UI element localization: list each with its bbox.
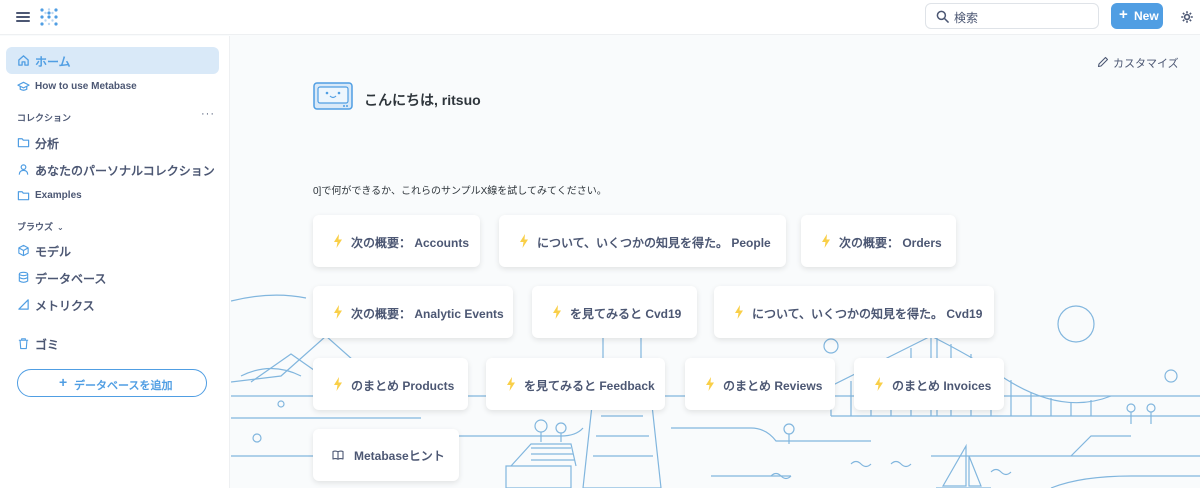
sidebar-item-models[interactable]: モデル: [6, 237, 219, 264]
browse-header-label: ブラウズ: [17, 222, 54, 232]
bolt-icon: [334, 305, 342, 319]
bolt-icon: [875, 377, 883, 391]
metabase-logo[interactable]: [38, 6, 60, 28]
database-icon: [18, 271, 29, 283]
sidebar-item-examples[interactable]: Examples: [6, 182, 219, 209]
xray-card[interactable]: について、いくつかの知見を得た。 People: [499, 215, 786, 267]
search-icon: [936, 10, 949, 23]
bolt-icon: [507, 377, 515, 391]
xray-card-label: 次の概要： Analytic Events: [351, 307, 504, 321]
bolt-icon: [706, 377, 714, 391]
plus-icon: +: [59, 374, 68, 390]
sidebar-item-label: メトリクス: [35, 299, 95, 313]
chevron-down-icon: ⌄: [57, 223, 64, 232]
xray-card[interactable]: のまとめ Reviews: [685, 358, 835, 410]
collections-menu-icon[interactable]: ···: [201, 108, 215, 120]
add-database-label: データベースを追加: [74, 380, 173, 392]
sidebar-item-label: ホーム: [35, 55, 71, 69]
trash-icon: [18, 338, 29, 350]
sidebar-item-label: ゴミ: [35, 338, 60, 352]
folder-icon: [17, 191, 30, 201]
metabase-tips-card[interactable]: Metabaseヒント: [313, 429, 459, 481]
home-page: カスタマイズ こんにちは, ritsuo 0]で何ができるか、これらのサンプルX…: [231, 36, 1200, 488]
search-placeholder: 検索: [954, 11, 979, 25]
xray-card[interactable]: について、いくつかの知見を得た。 Cvd19: [714, 286, 994, 338]
xray-card-label: のまとめ Products: [351, 379, 455, 393]
xray-card[interactable]: を見てみると Cvd19: [532, 286, 697, 338]
xray-intro-text: 0]で何ができるか、これらのサンプルX線を試してみてください。: [313, 186, 607, 197]
browse-header[interactable]: ブラウズ ⌄: [17, 220, 64, 233]
sidebar-item-label: How to use Metabase: [35, 81, 137, 92]
sidebar-item-collection[interactable]: 分析: [6, 129, 219, 156]
home-icon: [18, 55, 29, 66]
sidebar-item-home[interactable]: ホーム: [6, 47, 219, 74]
metabase-tips-label: Metabaseヒント: [354, 449, 445, 463]
folder-icon: [17, 138, 30, 148]
graduation-cap-icon: [17, 81, 30, 91]
xray-card[interactable]: を見てみると Feedback: [486, 358, 665, 410]
bolt-icon: [735, 305, 743, 319]
sidebar-item-label: Examples: [35, 190, 82, 201]
xray-card[interactable]: 次の概要： Analytic Events: [313, 286, 513, 338]
xray-card[interactable]: のまとめ Invoices: [854, 358, 1004, 410]
sidebar-toggle-icon[interactable]: [16, 10, 30, 24]
xray-card-label: について、いくつかの知見を得た。 People: [537, 236, 771, 250]
sidebar-item-label: 分析: [35, 137, 60, 151]
sidebar-item-databases[interactable]: データベース: [6, 264, 219, 291]
xray-card-label: のまとめ Invoices: [892, 379, 992, 393]
xray-card-label: について、いくつかの知見を得た。 Cvd19: [752, 307, 983, 321]
metabot-icon: [313, 82, 353, 110]
xray-card-label: 次の概要： Accounts: [351, 236, 470, 250]
add-database-button[interactable]: + データベースを追加: [17, 369, 207, 397]
metric-icon: [18, 299, 29, 310]
search-input[interactable]: 検索: [925, 3, 1099, 29]
gear-icon[interactable]: [1180, 10, 1194, 24]
sidebar-item-trash[interactable]: ゴミ: [6, 330, 219, 357]
customize-label: カスタマイズ: [1113, 58, 1179, 70]
sidebar-item-label: モデル: [35, 245, 72, 259]
bolt-icon: [334, 234, 342, 248]
new-button-label: New: [1134, 9, 1159, 23]
xray-card-label: のまとめ Reviews: [723, 379, 823, 393]
plus-icon: +: [1119, 6, 1128, 23]
bolt-icon: [520, 234, 528, 248]
person-icon: [18, 164, 29, 175]
bolt-icon: [553, 305, 561, 319]
sidebar: ホーム How to use Metabase コレクション ··· 分析 あな…: [0, 36, 230, 488]
xray-card[interactable]: のまとめ Products: [313, 358, 468, 410]
sidebar-item-how-to-use[interactable]: How to use Metabase: [6, 73, 219, 100]
bolt-icon: [822, 234, 830, 248]
xray-card-label: を見てみると Cvd19: [570, 307, 682, 321]
book-icon: [332, 450, 344, 460]
model-cube-icon: [18, 244, 29, 257]
greeting-title: こんにちは, ritsuo: [364, 92, 481, 108]
new-button[interactable]: + New: [1111, 3, 1163, 29]
sidebar-item-label: あなたのパーソナルコレクション: [35, 164, 215, 178]
sidebar-item-personal-collection[interactable]: あなたのパーソナルコレクション: [6, 156, 219, 183]
xray-card[interactable]: 次の概要： Accounts: [313, 215, 480, 267]
pencil-icon: [1097, 56, 1109, 68]
bolt-icon: [334, 377, 342, 391]
collections-header: コレクション: [17, 113, 72, 123]
sidebar-item-metrics[interactable]: メトリクス: [6, 291, 219, 318]
top-navbar: 検索 + New: [0, 0, 1200, 35]
xray-card-label: 次の概要： Orders: [839, 236, 942, 250]
sidebar-item-label: データベース: [35, 272, 107, 286]
xray-card[interactable]: 次の概要： Orders: [801, 215, 956, 267]
xray-card-label: を見てみると Feedback: [524, 379, 655, 393]
